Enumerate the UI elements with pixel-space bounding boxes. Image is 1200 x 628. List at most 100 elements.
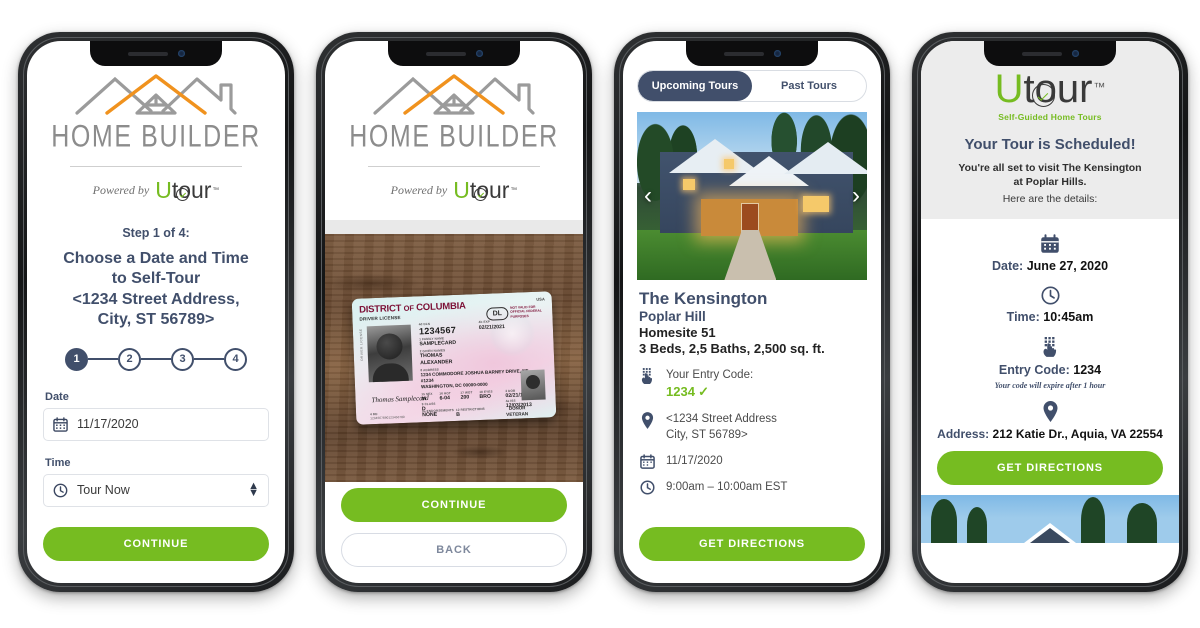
home-photo-strip (921, 495, 1179, 544)
photo-window-3 (724, 159, 735, 170)
continue-button[interactable]: CONTINUE (341, 488, 567, 522)
entry-code-expiry-note: Your code will expire after 1 hour (994, 381, 1106, 391)
home-model-name: The Kensington (639, 289, 768, 308)
confirmation-details: Date: June 27, 2020 Time: 10:45am Entry … (921, 219, 1179, 486)
license-given-value-2: ALEXANDER (420, 359, 453, 367)
time-field-group: Time Tour Now ▲ ▼ (27, 457, 285, 507)
phone-4-notch (984, 41, 1116, 66)
home-builder-roof-logo (373, 74, 535, 115)
phone-1-notch (90, 41, 222, 66)
phone-1-footer: CONTINUE (43, 527, 269, 561)
clock-icon (53, 483, 68, 498)
phone-2-footer: CONTINUE BACK (341, 488, 567, 567)
earpiece-speaker-icon (723, 51, 764, 56)
date-input[interactable]: 11/17/2020 (43, 407, 269, 441)
confirmation-time-label: Time: (1006, 310, 1040, 325)
tour-date: 11/17/2020 (666, 454, 723, 467)
utour-logo: Utour ™ (453, 179, 517, 202)
phone-2-scan-license: HOME BUILDER Powered by Utour ™ USA DIST… (316, 32, 592, 592)
license-eyes-value: BRO (479, 393, 492, 401)
confirmation-time: Time: 10:45am (933, 310, 1167, 324)
photo-window-1 (683, 179, 695, 191)
time-select[interactable]: Tour Now ▲ ▼ (43, 473, 269, 507)
carousel-next-arrow[interactable]: › (852, 184, 860, 208)
license-not-valid-note: NOT VALID FOR OFFICIAL FEDERAL PURPOSES (510, 304, 542, 319)
license-exp-label: 4b EXP (478, 319, 490, 325)
step-indicator-2[interactable]: 2 (118, 347, 141, 371)
front-camera-icon (773, 50, 781, 57)
confirmation-address: Address: 212 Katie Dr., Aquia, VA 22554 (933, 427, 1167, 441)
license-veteran-flag: VETERAN (506, 411, 529, 418)
back-button[interactable]: BACK (341, 533, 567, 567)
address-line-2: City, ST 56789> (666, 428, 748, 441)
address-row: <1234 Street Address City, ST 56789> (639, 412, 865, 442)
confirmation-entry-code: Entry Code: 1234 (933, 363, 1167, 377)
step-indicator-4[interactable]: 4 (224, 347, 247, 371)
step-progress-indicator: 1 2 3 4 (27, 347, 285, 371)
license-restrictions-label: 12 RESTRICTIONS (455, 406, 485, 412)
page-title-line-3: <1234 Street Address, (72, 290, 240, 308)
tab-upcoming-tours[interactable]: Upcoming Tours (638, 71, 752, 101)
license-dln-value: 1234567 (418, 324, 457, 337)
step-counter: Step 1 of 4: (122, 226, 190, 240)
map-pin-icon (639, 412, 656, 430)
step-indicator-3[interactable]: 3 (171, 347, 194, 371)
confirmation-date-label: Date: (991, 259, 1024, 274)
photo-front-door (740, 202, 759, 233)
continue-button[interactable]: CONTINUE (43, 527, 269, 561)
powered-by-utour: Powered by Utour ™ (27, 179, 285, 202)
license-dd-value: 1234567890123456789 (370, 414, 405, 421)
utour-trademark: ™ (510, 186, 518, 194)
license-hgt-value: 6-04 (439, 395, 451, 402)
photo-tree-3 (1080, 497, 1105, 544)
phone-3-tour-details: Upcoming Tours Past Tours ‹ › The Kensin… (614, 32, 890, 592)
confirmation-address-label: Address: (937, 427, 990, 442)
date-value: 11/17/2020 (77, 417, 139, 432)
header-divider (368, 166, 540, 167)
utour-u: U (453, 177, 470, 203)
clock-icon (639, 480, 656, 495)
header-divider (70, 166, 242, 167)
drivers-license-card: USA DISTRICT OF COLUMBIA DRIVER LICENSE … (351, 291, 557, 425)
license-portrait-photo (366, 324, 413, 383)
confirmation-heading: Your Tour is Scheduled! (964, 136, 1136, 153)
phone-2-notch (388, 41, 520, 66)
confirmation-intro-line-3: Here are the details: (1002, 193, 1098, 206)
page-title-line-1: Choose a Date and Time (63, 250, 249, 267)
address-line-1: <1234 Street Address (666, 413, 777, 426)
get-directions-button[interactable]: GET DIRECTIONS (639, 527, 865, 561)
utour-trademark: ™ (1093, 80, 1106, 95)
photo-window-2 (802, 196, 829, 212)
phone-2-screen: HOME BUILDER Powered by Utour ™ USA DIST… (325, 41, 583, 583)
step-connector-1 (88, 358, 118, 361)
confirmation-header: Utour ™ Self-Guided Home Tours Your Tour … (921, 41, 1179, 220)
photo-tree-1 (931, 499, 958, 544)
homesite-number: Homesite 51 (639, 324, 716, 340)
license-camera-preview[interactable]: USA DISTRICT OF COLUMBIA DRIVER LICENSE … (325, 234, 583, 482)
stepper-chevrons-icon[interactable]: ▲ ▼ (248, 480, 259, 499)
step-indicator-1[interactable]: 1 (65, 347, 88, 371)
carousel-prev-arrow[interactable]: ‹ (644, 184, 652, 208)
community-name: Poplar Hill (639, 308, 706, 324)
get-directions-button[interactable]: GET DIRECTIONS (937, 451, 1163, 486)
entry-code-check-icon: ✓ (698, 384, 710, 400)
powered-by-utour: Powered by Utour ™ (325, 179, 583, 202)
entry-code-row: Your Entry Code: 1234 ✓ (639, 368, 865, 401)
screenshot-canvas: HOME BUILDER Powered by Utour ™ Step 1 of… (0, 0, 1200, 628)
photo-roof-right (784, 142, 867, 175)
time-label: Time (45, 456, 71, 469)
entry-code-value: 1234 (666, 384, 695, 400)
time-row: 9:00am – 10:00am EST (639, 480, 865, 495)
tab-past-tours[interactable]: Past Tours (752, 71, 866, 101)
time-value: Tour Now (77, 483, 130, 498)
license-family-value: SAMPLECARD (419, 339, 457, 348)
front-camera-icon (177, 50, 185, 57)
home-photo-carousel[interactable]: ‹ › (637, 112, 867, 280)
clock-icon (933, 286, 1167, 305)
photo-tree-2 (967, 507, 988, 544)
home-builder-title: HOME BUILDER (349, 119, 559, 154)
home-builder-title: HOME BUILDER (51, 119, 261, 154)
confirmation-time-value: 10:45am (1043, 310, 1094, 325)
utour-logo: Utour ™ (995, 69, 1106, 109)
powered-by-label: Powered by (92, 183, 150, 197)
